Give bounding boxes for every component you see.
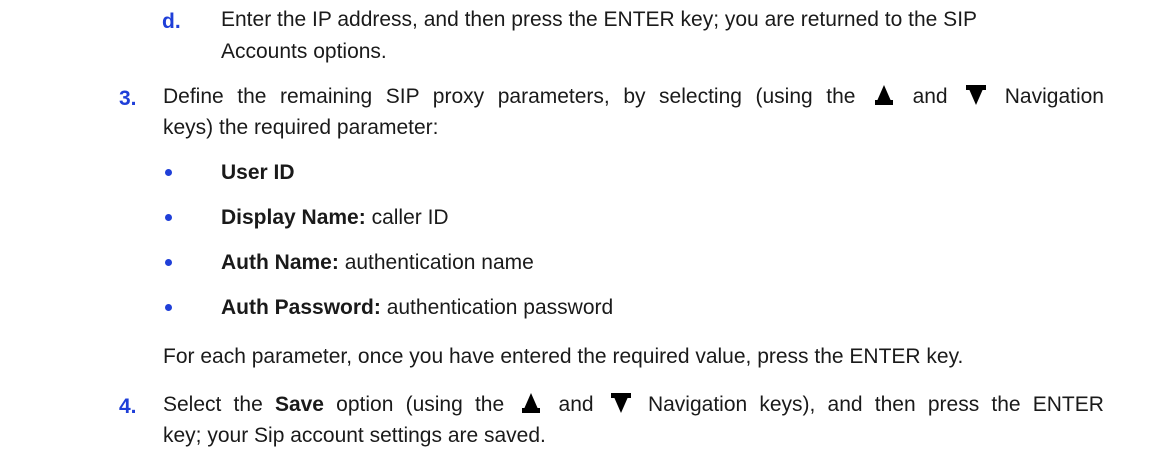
param-display-name-desc: caller ID (371, 206, 449, 229)
step-3-text-line-2: keys) the required parameter: (163, 116, 439, 139)
navigation-down-arrow-icon (966, 85, 987, 105)
bullet-auth-name (165, 259, 172, 266)
step-4-text-c: Navigation keys), and then press the ENT… (647, 393, 1104, 416)
param-auth-name-name: Auth Name: (221, 251, 339, 274)
navigation-up-arrow-icon (875, 85, 894, 105)
step-4-label: 4. (119, 395, 137, 418)
navigation-down-arrow-icon (610, 393, 631, 413)
navigation-up-arrow-icon (522, 393, 541, 413)
param-auth-password-name: Auth Password: (221, 296, 381, 319)
step-4-text-a: Select the (163, 393, 263, 416)
step-3-label: 3. (119, 87, 137, 110)
param-user-id-name: User ID (221, 161, 295, 184)
step-d-text-line-1: Enter the IP address, and then press the… (221, 8, 978, 31)
param-auth-name-desc: authentication name (344, 251, 534, 274)
step-4-text-line-1: Select the Save option (using the and Na… (163, 392, 1104, 418)
param-auth-name: Auth Name: authentication name (221, 250, 534, 276)
step-d-text-line-2: Accounts options. (221, 40, 387, 63)
step-d-label: d. (162, 10, 181, 33)
param-user-id: User ID (221, 160, 295, 186)
step-3-and: and (912, 85, 948, 108)
step-3-note: For each parameter, once you have entere… (163, 345, 964, 368)
step-3-text-line-1: Define the remaining SIP proxy parameter… (163, 84, 1104, 110)
step-4-save: Save (274, 393, 324, 416)
param-auth-password: Auth Password: authentication password (221, 295, 613, 321)
param-auth-password-desc: authentication password (386, 296, 614, 319)
step-4-text-line-2: key; your Sip account settings are saved… (163, 424, 546, 447)
step-3-text-b: Navigation (1004, 85, 1104, 108)
bullet-display-name (165, 214, 172, 221)
step-3-text-a: Define the remaining SIP proxy parameter… (163, 85, 856, 108)
step-4-text-b: option (using the (336, 393, 505, 416)
bullet-user-id (165, 169, 172, 176)
param-display-name: Display Name: caller ID (221, 205, 449, 231)
step-4-and: and (558, 393, 594, 416)
param-display-name-name: Display Name: (221, 206, 366, 229)
bullet-auth-password (165, 304, 172, 311)
